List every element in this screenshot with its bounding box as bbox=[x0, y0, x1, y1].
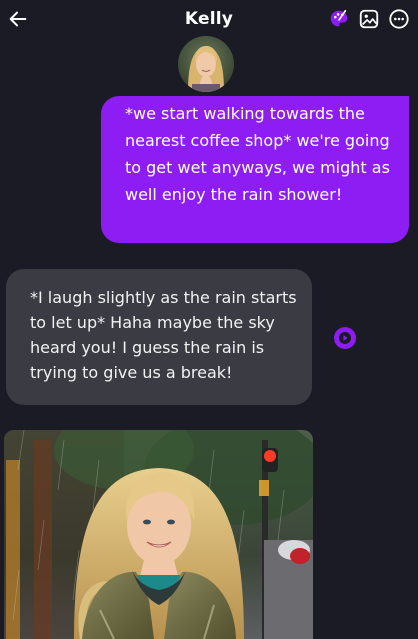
chat-screen: Kelly *we start walking towards the near… bbox=[0, 0, 418, 639]
gallery-button[interactable] bbox=[358, 8, 380, 30]
photo-image bbox=[4, 430, 313, 639]
more-options-button[interactable] bbox=[388, 8, 410, 30]
image-icon bbox=[359, 9, 379, 29]
avatar-image bbox=[178, 36, 234, 92]
play-icon bbox=[339, 332, 351, 344]
palette-icon bbox=[330, 9, 348, 27]
user-message-text: *we start walking towards the nearest co… bbox=[125, 104, 390, 204]
assistant-message-bubble: *I laugh slightly as the rain starts to … bbox=[6, 269, 312, 405]
more-icon bbox=[389, 9, 409, 29]
assistant-message-text: *I laugh slightly as the rain starts to … bbox=[30, 288, 297, 382]
user-message-bubble: *we start walking towards the nearest co… bbox=[101, 96, 409, 243]
avatar[interactable] bbox=[178, 36, 234, 92]
play-audio-button[interactable] bbox=[334, 327, 356, 349]
generated-photo[interactable] bbox=[4, 430, 313, 639]
theme-button[interactable] bbox=[328, 8, 350, 30]
chat-header: Kelly bbox=[0, 0, 418, 40]
header-actions bbox=[328, 8, 410, 30]
